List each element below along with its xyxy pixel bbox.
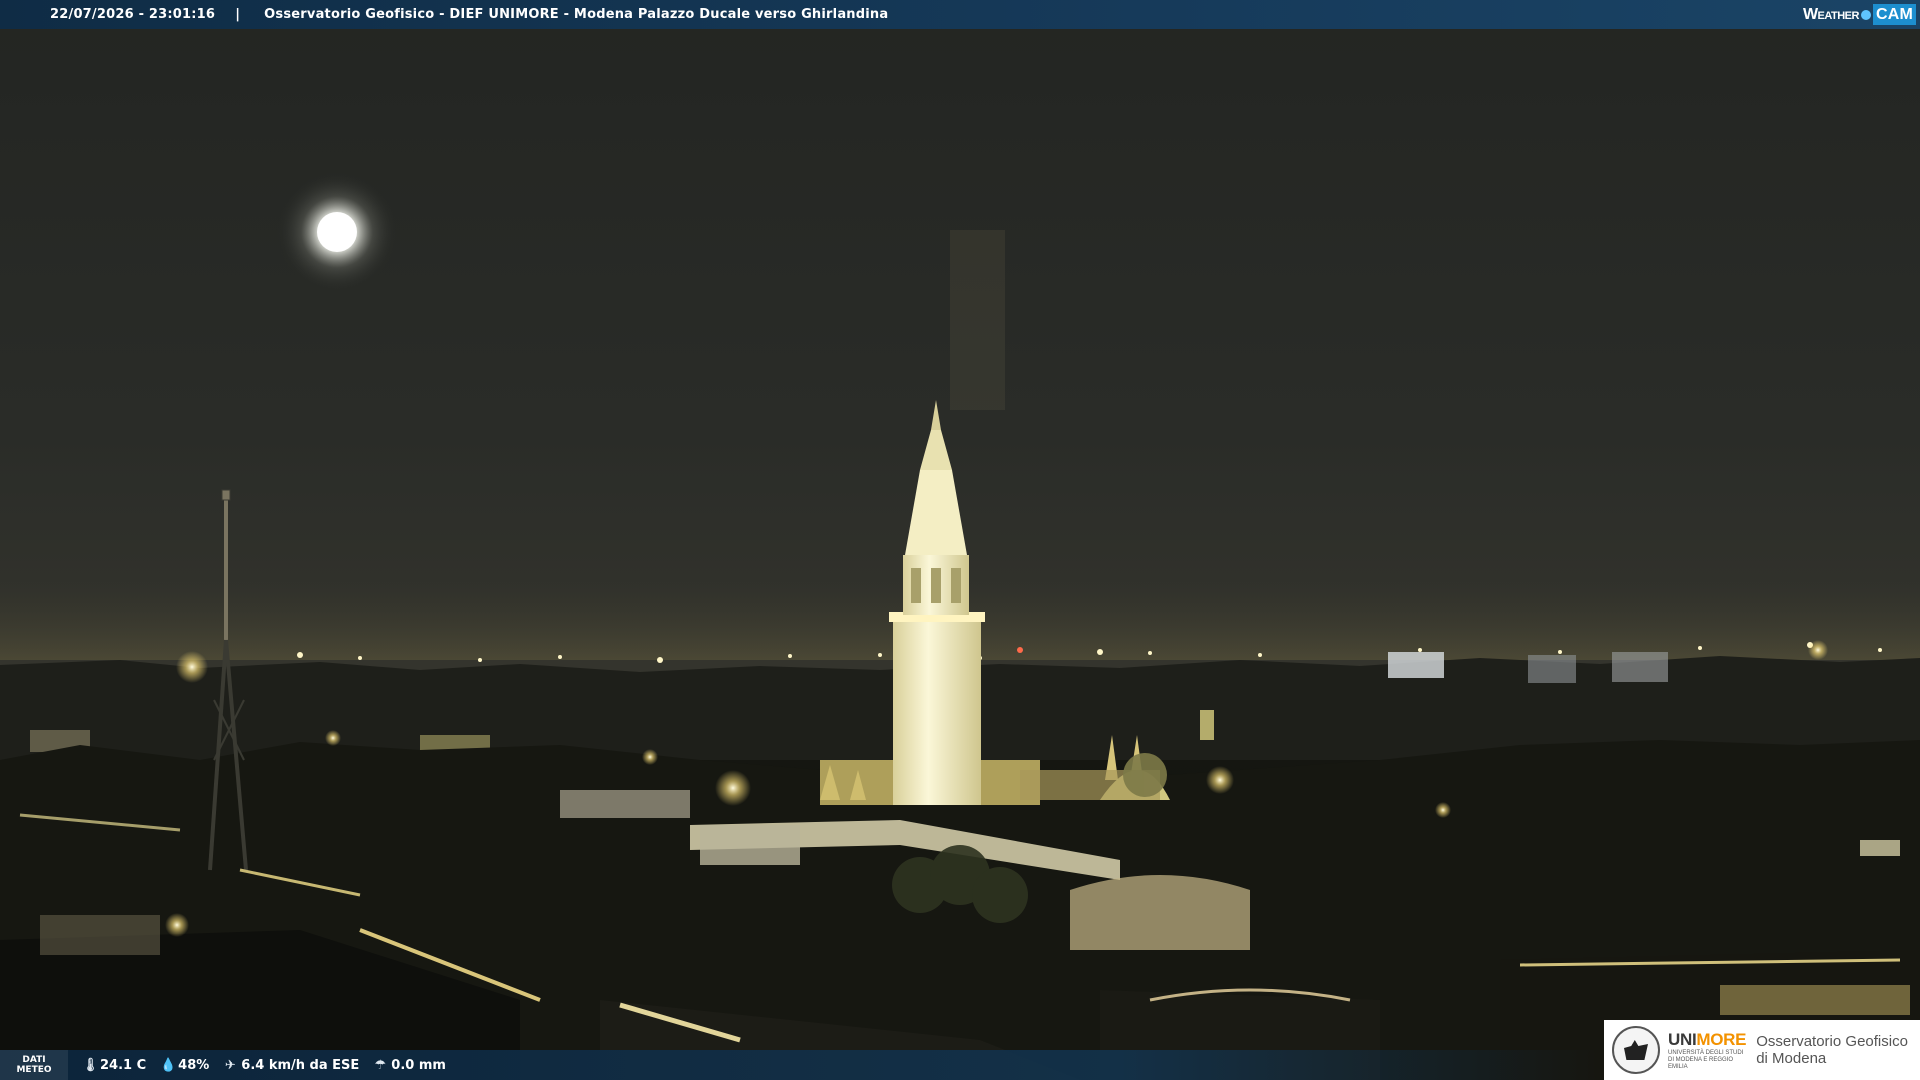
weathercam-logo: Weather CAM	[1803, 4, 1916, 25]
unimore-observatory-logo: UNIMORE UNIVERSITÀ DEGLI STUDI DI MODENA…	[1604, 1020, 1920, 1080]
logo-cam-text: CAM	[1872, 4, 1916, 25]
lens-reflection	[950, 230, 1005, 410]
temperature-value: 24.1 C	[100, 1057, 147, 1073]
humidity-value: 48%	[178, 1057, 210, 1073]
caption-separator: |	[235, 7, 241, 22]
wind-readout: ✈ 6.4 km/h da ESE	[223, 1058, 359, 1073]
webcam-caption-bar: 22/07/2026 - 23:01:16 | Osservatorio Geo…	[0, 0, 1920, 29]
dati-meteo-line2: METEO	[16, 1065, 52, 1075]
wind-value: 6.4 km/h da ESE	[241, 1057, 360, 1073]
rain-readout: ☂ 0.0 mm	[373, 1057, 446, 1073]
unimore-wordmark: UNIMORE	[1668, 1029, 1747, 1049]
rain-value: 0.0 mm	[391, 1057, 446, 1073]
webcam-night-scene	[0, 0, 1920, 1080]
rain-gauge-icon: ☂	[374, 1057, 387, 1073]
timestamp: 22/07/2026 - 23:01:16	[50, 7, 216, 22]
humidity-readout: 💧 48%	[160, 1058, 209, 1073]
humidity-drop-icon: 💧	[160, 1057, 177, 1073]
unimore-subtitle: UNIVERSITÀ DEGLI STUDI DI MODENA E REGGI…	[1668, 1049, 1744, 1070]
dati-meteo-label: DATI METEO	[0, 1050, 68, 1080]
unimore-brand: UNIMORE UNIVERSITÀ DEGLI STUDI DI MODENA…	[1668, 1029, 1747, 1071]
university-seal-icon	[1612, 1026, 1660, 1074]
logo-weather-text: Weather	[1802, 5, 1860, 23]
weather-data-bar: DATI METEO 🌡 24.1 C 💧 48% ✈ 6.4 km/h da …	[0, 1050, 1600, 1080]
thermometer-icon: 🌡	[82, 1057, 99, 1073]
observatory-name-line1: Osservatorio Geofisico	[1756, 1033, 1908, 1050]
observatory-name-line2: di Modena	[1756, 1050, 1827, 1067]
temperature-readout: 🌡 24.1 C	[82, 1058, 146, 1073]
modena-skyline-illustration	[0, 172, 1920, 1080]
observatory-name: Osservatorio Geofisico di Modena	[1756, 1033, 1908, 1067]
location-caption: Osservatorio Geofisico - DIEF UNIMORE - …	[264, 7, 889, 22]
dati-meteo-line1: DATI	[22, 1055, 46, 1065]
moon	[277, 172, 397, 292]
logo-dot-icon	[1860, 9, 1871, 20]
wind-icon: ✈	[224, 1057, 236, 1073]
